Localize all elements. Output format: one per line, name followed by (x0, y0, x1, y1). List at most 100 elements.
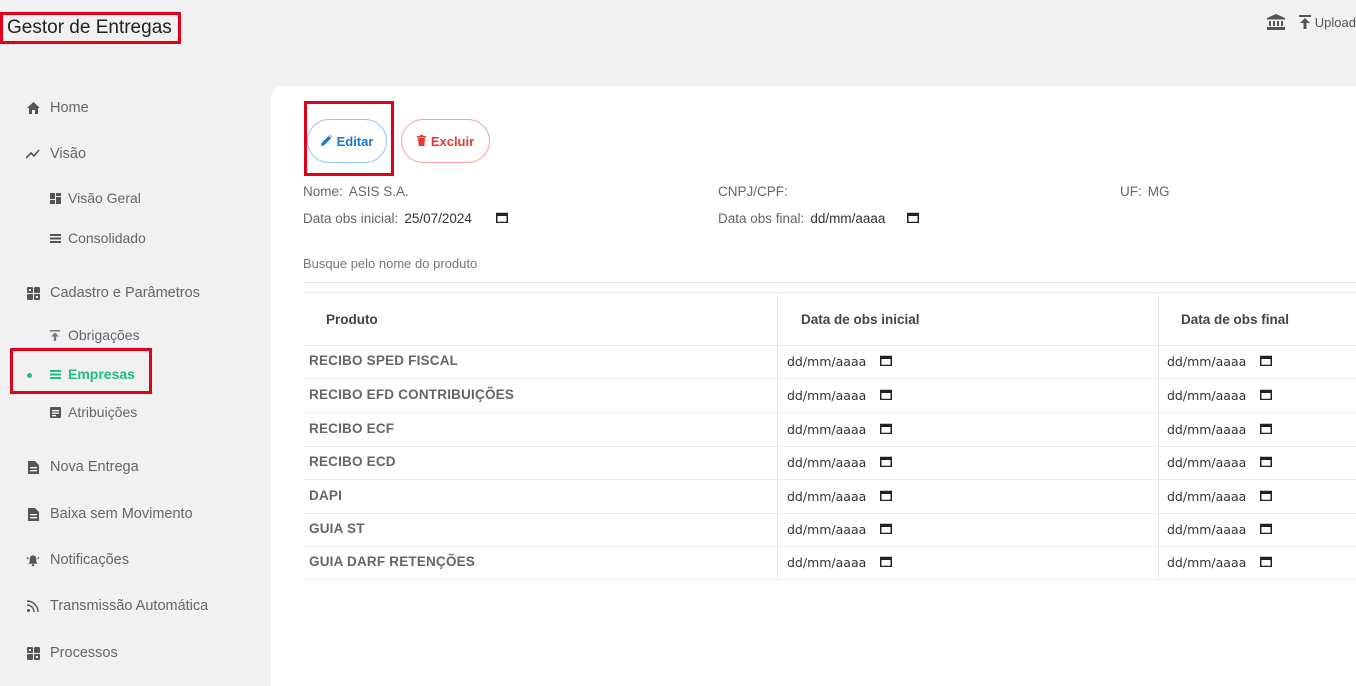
calendar-icon[interactable] (880, 489, 893, 504)
date-input-final[interactable]: dd/mm/aaaa (1167, 455, 1246, 470)
sidebar-item-home[interactable]: Home (26, 100, 89, 116)
row-date-final[interactable]: dd/mm/aaaa (1167, 489, 1273, 504)
upload-label: Upload (1314, 14, 1356, 30)
row-date-initial[interactable]: dd/mm/aaaa (787, 522, 893, 537)
upload-small-icon (48, 328, 62, 342)
sidebar-item-label: Cadastro e Parâmetros (50, 285, 200, 301)
trending-icon (26, 147, 40, 161)
calendar-icon[interactable] (1260, 489, 1273, 504)
upload-button[interactable]: Upload (1298, 14, 1356, 30)
sidebar-item-visao-geral[interactable]: Visão Geral (48, 190, 141, 206)
row-date-final[interactable]: dd/mm/aaaa (1167, 422, 1273, 437)
trash-icon (416, 134, 426, 149)
row-date-initial[interactable]: dd/mm/aaaa (787, 555, 893, 570)
row-date-final[interactable]: dd/mm/aaaa (1167, 388, 1273, 403)
calendar-icon[interactable] (880, 354, 893, 369)
sidebar-item-label: Consolidado (68, 230, 146, 246)
row-date-initial[interactable]: dd/mm/aaaa (787, 422, 893, 437)
calendar-icon[interactable] (880, 422, 893, 437)
sidebar-item-baixa[interactable]: Baixa sem Movimento (26, 506, 193, 522)
company-name-label: Nome: (303, 184, 343, 199)
obs-initial-field[interactable]: Data obs inicial: 25/07/2024 (303, 211, 508, 226)
calendar-icon[interactable] (1260, 522, 1273, 537)
date-input-initial[interactable]: dd/mm/aaaa (787, 522, 866, 537)
row-date-initial[interactable]: dd/mm/aaaa (787, 354, 893, 369)
list-icon (48, 231, 62, 245)
sidebar-item-label: Nova Entrega (50, 459, 139, 475)
edit-button[interactable]: Editar (307, 119, 387, 163)
row-date-initial[interactable]: dd/mm/aaaa (787, 455, 893, 470)
date-input-initial[interactable]: dd/mm/aaaa (787, 422, 866, 437)
sidebar-item-label: Visão (50, 146, 87, 162)
delete-button[interactable]: Excluir (401, 119, 490, 163)
sidebar-item-transmissao[interactable]: Transmissão Automática (26, 598, 208, 614)
row-date-initial[interactable]: dd/mm/aaaa (787, 489, 893, 504)
date-input-initial[interactable]: dd/mm/aaaa (787, 455, 866, 470)
date-input-final[interactable]: dd/mm/aaaa (1167, 522, 1246, 537)
calendar-icon[interactable] (880, 388, 893, 403)
sidebar-item-obrigacoes[interactable]: Obrigações (48, 327, 140, 343)
product-name: DAPI (309, 488, 343, 503)
company-uf-value: MG (1147, 184, 1170, 199)
edit-button-label: Editar (336, 133, 374, 149)
date-input-initial[interactable]: dd/mm/aaaa (787, 354, 866, 369)
calendar-icon[interactable] (880, 522, 893, 537)
row-date-final[interactable]: dd/mm/aaaa (1167, 354, 1273, 369)
sidebar-item-label: Atribuições (68, 404, 138, 420)
row-date-final[interactable]: dd/mm/aaaa (1167, 555, 1273, 570)
header-produto: Produto (326, 312, 378, 327)
calendar-icon[interactable] (880, 455, 893, 470)
obs-initial-value[interactable]: 25/07/2024 (404, 211, 472, 226)
calendar-icon[interactable] (1260, 555, 1273, 570)
date-input-final[interactable]: dd/mm/aaaa (1167, 388, 1246, 403)
company-uf-label: UF: (1120, 184, 1142, 199)
product-name: RECIBO EFD CONTRIBUIÇÕES (309, 387, 515, 402)
sidebar-item-nova-entrega[interactable]: Nova Entrega (26, 459, 139, 475)
date-input-final[interactable]: dd/mm/aaaa (1167, 489, 1246, 504)
sidebar-item-consolidado[interactable]: Consolidado (48, 230, 146, 246)
top-actions: Upload (1266, 14, 1356, 30)
app-title-text: Gestor de Entregas (7, 17, 172, 38)
sidebar-item-cadastro[interactable]: Cadastro e Parâmetros (26, 285, 200, 301)
calendar-icon[interactable] (1260, 388, 1273, 403)
active-indicator-dot (27, 373, 32, 378)
document-icon (26, 507, 40, 521)
date-input-initial[interactable]: dd/mm/aaaa (787, 555, 866, 570)
date-input-final[interactable]: dd/mm/aaaa (1167, 354, 1246, 369)
row-date-final[interactable]: dd/mm/aaaa (1167, 522, 1273, 537)
products-table: Produto Data de obs inicial Data de obs … (303, 292, 1356, 580)
calendar-icon[interactable] (495, 211, 508, 226)
date-input-initial[interactable]: dd/mm/aaaa (787, 489, 866, 504)
row-date-initial[interactable]: dd/mm/aaaa (787, 388, 893, 403)
assignment-icon (48, 405, 62, 419)
calendar-icon[interactable] (880, 555, 893, 570)
calendar-icon[interactable] (1260, 354, 1273, 369)
sidebar-item-label: Notificações (50, 552, 129, 568)
bank-icon[interactable] (1266, 14, 1285, 30)
table-row: GUIA DARF RETENÇÕES dd/mm/aaaa dd/mm/aaa… (303, 546, 1356, 580)
search-input[interactable]: Busque pelo nome do produto (303, 256, 1356, 283)
calendar-icon[interactable] (1260, 455, 1273, 470)
calendar-icon[interactable] (907, 211, 920, 226)
row-date-final[interactable]: dd/mm/aaaa (1167, 455, 1273, 470)
sidebar-item-atribuicoes[interactable]: Atribuições (48, 404, 137, 420)
sidebar-item-label: Obrigações (68, 327, 140, 343)
date-input-initial[interactable]: dd/mm/aaaa (787, 388, 866, 403)
obs-final-field[interactable]: Data obs final: dd/mm/aaaa (718, 211, 920, 226)
sidebar-item-processos[interactable]: Processos (26, 645, 118, 661)
table-row: GUIA ST dd/mm/aaaa dd/mm/aaaa (303, 513, 1356, 547)
date-input-final[interactable]: dd/mm/aaaa (1167, 555, 1246, 570)
sidebar-item-notificacoes[interactable]: Notificações (26, 552, 129, 568)
list-icon (48, 367, 62, 381)
calendar-icon[interactable] (1260, 422, 1273, 437)
sidebar-item-label: Home (50, 100, 89, 116)
table-row: RECIBO EFD CONTRIBUIÇÕES dd/mm/aaaa dd/m… (303, 379, 1356, 413)
obs-final-label: Data obs final: (718, 211, 805, 226)
sidebar-item-empresas[interactable]: Empresas (48, 366, 135, 382)
sidebar-item-visao[interactable]: Visão (26, 146, 86, 162)
obs-final-value[interactable]: dd/mm/aaaa (810, 211, 885, 226)
document-icon (26, 460, 40, 474)
table-row: DAPI dd/mm/aaaa dd/mm/aaaa (303, 480, 1356, 514)
date-input-final[interactable]: dd/mm/aaaa (1167, 422, 1246, 437)
rss-icon (26, 599, 40, 613)
